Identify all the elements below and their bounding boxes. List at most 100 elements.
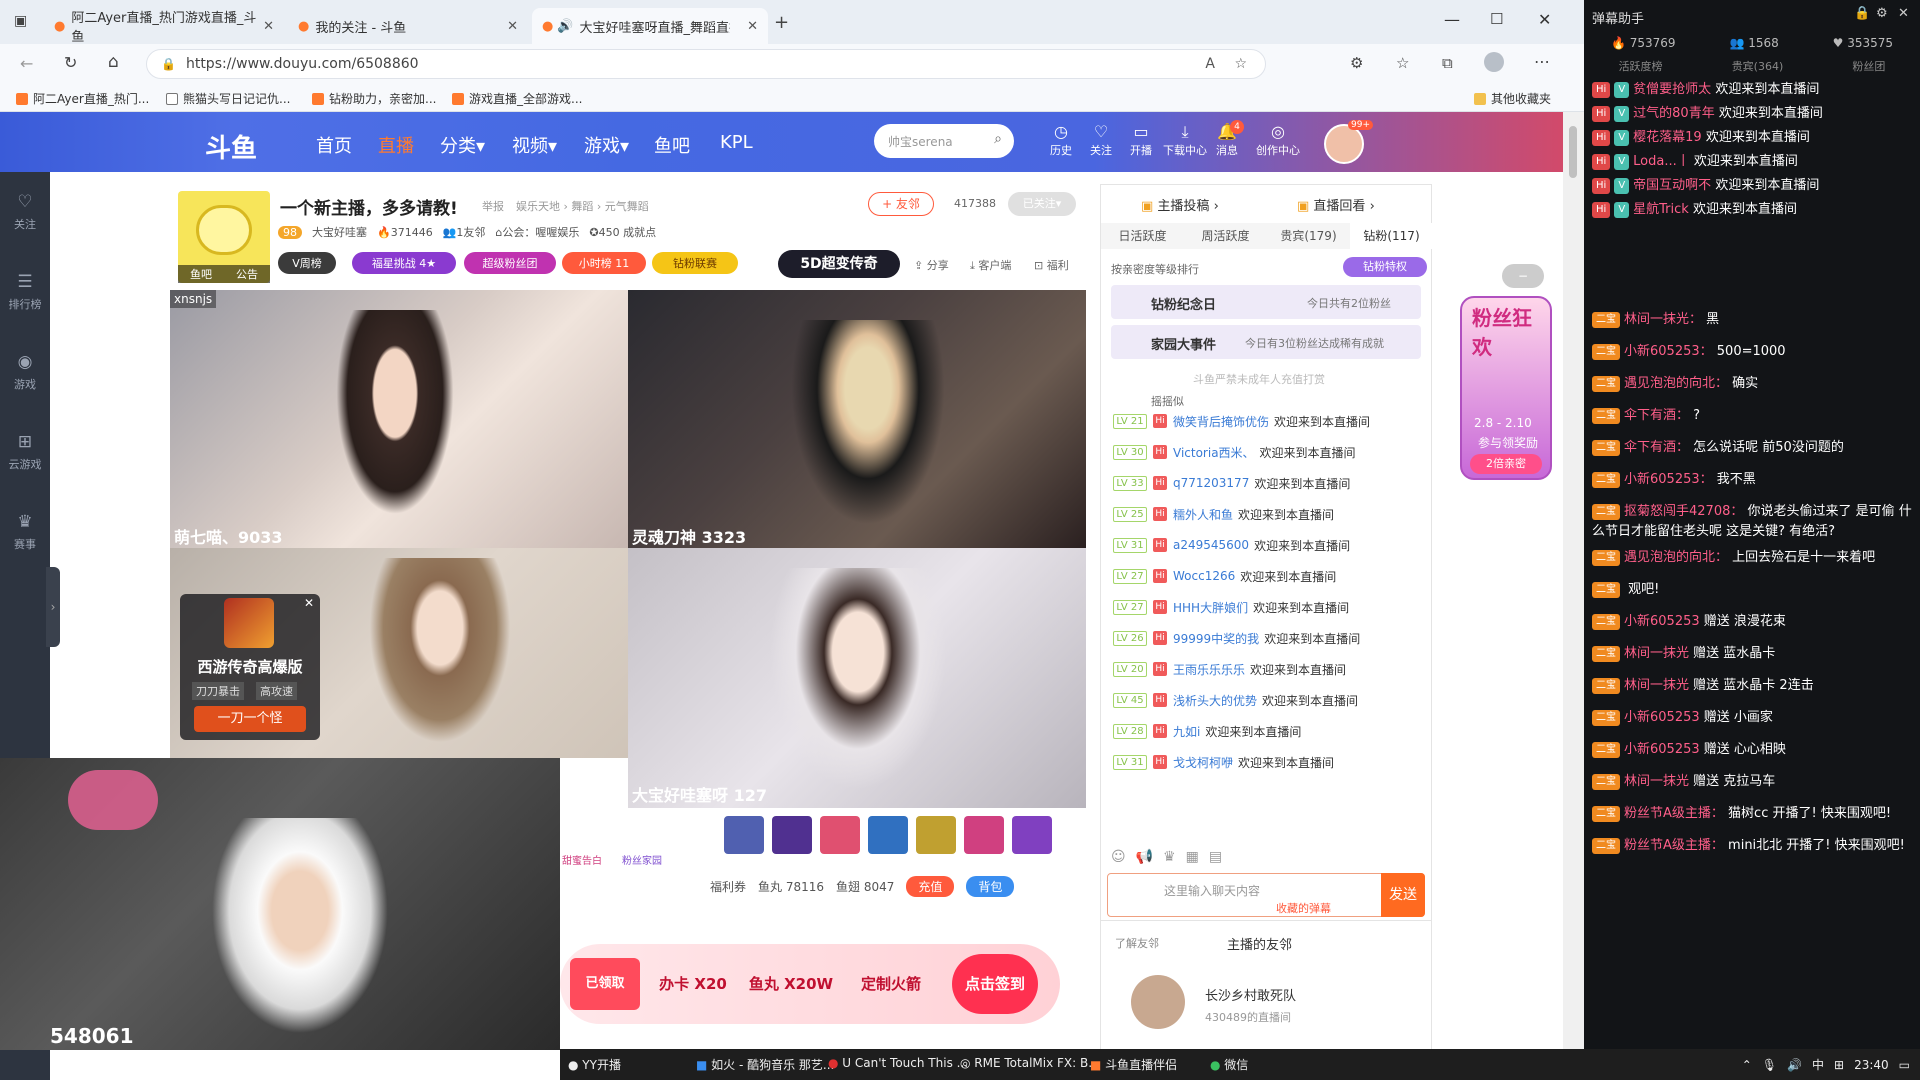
replay-link[interactable]: ▣ 直播回看 › [1297,195,1375,214]
close-icon[interactable]: ✕ [1898,6,1909,21]
chat-username[interactable]: q771203177 [1173,476,1249,490]
recharge-button[interactable]: 充值 [906,876,955,897]
close-tab-icon[interactable]: ✕ [747,19,758,34]
event-anniversary[interactable]: 钻粉纪念日 今日共有2位粉丝 [1111,285,1421,319]
profile-avatar[interactable] [1484,52,1504,72]
douyu-logo[interactable]: 斗鱼 [205,128,257,165]
browser-tab-2[interactable]: ● 我的关注 - 斗鱼 ✕ [288,8,528,44]
danmu-username[interactable]: 小新605253 [1624,614,1700,629]
chat-username[interactable]: 糯外人和鱼 [1173,506,1233,523]
ime-indicator[interactable]: 中 [1812,1056,1824,1073]
danmu-username[interactable]: 林间一抹光 [1624,774,1689,789]
gift-item[interactable] [964,816,1004,854]
learn-friends-link[interactable]: 了解友邻 [1115,935,1159,951]
tab-vip[interactable]: 贵宾(179) [1267,223,1350,249]
emoji-icon[interactable]: ☺ [1111,849,1126,865]
message-button[interactable]: 🔔 消息 4 [1206,120,1248,158]
tab-weekly-activity[interactable]: 周活跃度 [1184,223,1267,249]
achievement-stat[interactable]: ✪450 成就点 [589,224,656,240]
danmu-username[interactable]: 抠菊怒闯手42708： [1624,504,1743,519]
horn-icon[interactable]: 📢 [1136,849,1153,865]
yuba-link[interactable]: 鱼吧 [190,266,212,282]
sidebar-item-game[interactable]: ◉ 游戏 [0,352,50,392]
enter-username[interactable]: 帝国互动啊不 [1633,178,1711,193]
event-home[interactable]: 家园大事件 今日有3位粉丝达成稀有成就 [1111,325,1421,359]
chat-username[interactable]: 王雨乐乐乐乐 [1173,661,1245,678]
taskbar-item-douyu-companion[interactable]: ■ 斗鱼直播伴侣 [1090,1056,1177,1073]
tab-vip[interactable]: 贵宾(364) [1732,58,1784,74]
close-ad-icon[interactable]: ✕ [304,596,314,610]
category-breadcrumb[interactable]: 娱乐天地 › 舞蹈 › 元气舞蹈 [516,198,649,214]
diamond-league-badge[interactable]: 钻粉联赛 [652,252,738,274]
gift-item[interactable] [916,816,956,854]
collections-icon[interactable]: ⧉ [1442,54,1453,72]
follow-button[interactable]: ♡ 关注 [1080,122,1122,158]
speaker-icon[interactable]: 🔊 [557,19,573,34]
gift-item[interactable] [724,816,764,854]
more-menu-icon[interactable]: ⋯ [1534,52,1550,71]
promo-button[interactable]: 2倍亲密 [1470,454,1542,474]
friends-stat[interactable]: 👥1友邻 [443,224,486,240]
bookmark-1[interactable]: 阿二Ayer直播_热门... [16,90,149,107]
extensions-icon[interactable]: ⚙ [1350,54,1363,72]
nav-yuba[interactable]: 鱼吧 [654,132,690,158]
enter-username[interactable]: 贫僧要抢师太 [1633,82,1711,97]
anchor-friends-tab[interactable]: 主播的友邻 [1227,934,1292,953]
chat-username[interactable]: 浅析头大的优势 [1173,692,1257,709]
chat-username[interactable]: HHH大胖娘们 [1173,599,1248,616]
gift-item[interactable] [820,816,860,854]
gift-item[interactable] [1012,816,1052,854]
hourly-rank-badge[interactable]: 小时榜 11 [562,252,646,274]
tab-daily-activity[interactable]: 日活跃度 [1101,223,1184,249]
taskbar-item-kugou[interactable]: ■ 如火 - 酷狗音乐 那艺... [696,1056,834,1073]
danmu-username[interactable]: 林间一抹光 [1624,678,1689,693]
download-button[interactable]: ⤓ 下载中心 [1160,122,1210,158]
diamond-privilege-button[interactable]: 钻粉特权 [1343,257,1427,277]
volume-icon[interactable]: 🔊 [1787,1058,1802,1072]
home-icon[interactable]: ⌂ [108,52,119,72]
sidebar-expand-handle[interactable]: › [46,567,60,647]
new-tab-button[interactable]: + [774,12,789,33]
crown-icon[interactable]: ♛ [1163,849,1176,865]
promo-banner[interactable]: 5D超变传奇 [778,250,900,278]
minimize-button[interactable]: — [1444,10,1460,29]
checkin-button[interactable]: 点击签到 [952,954,1038,1014]
close-tab-icon[interactable]: ✕ [507,19,518,34]
color-icon[interactable]: ▤ [1209,849,1222,865]
send-button[interactable]: 发送 [1381,873,1425,917]
video-cell-4[interactable]: 大宝好哇塞呀 127 [628,548,1086,808]
weekly-rank-badge[interactable]: V周榜 [278,252,336,274]
tab-diamond-fans[interactable]: 钻粉(117) [1350,223,1433,249]
danmu-username[interactable]: 小新605253 [1624,742,1700,757]
anchor-submission-link[interactable]: ▣ 主播投稿 › [1141,195,1219,214]
gift-item[interactable] [772,816,812,854]
chat-username[interactable]: Victoria西米、 [1173,444,1255,461]
mic-icon[interactable]: 🎙 [1762,1058,1777,1072]
gift-item[interactable] [868,816,908,854]
friend-button[interactable]: + 友邻 [868,192,934,216]
keyboard-icon[interactable]: ⊞ [1834,1058,1844,1072]
search-input[interactable]: 帅宝serena ⌕ [874,124,1014,158]
lucky-challenge-badge[interactable]: 福星挑战 4★ [352,252,456,274]
collapse-icon[interactable]: − [1502,264,1544,288]
followed-button[interactable]: 已关注▾ [1008,192,1076,216]
chat-username[interactable]: 戈戈柯柯咿 [1173,754,1233,771]
notification-icon[interactable]: ▭ [1899,1058,1910,1072]
enter-username[interactable]: 过气的80青年 [1633,106,1715,121]
guild-stat[interactable]: ⌂公会：喔喔娱乐 [495,224,579,240]
ad-action-button[interactable]: 一刀一个怪 [194,706,306,732]
welfare-button[interactable]: ⊡ 福利 [1034,257,1069,273]
close-window-button[interactable]: ✕ [1538,10,1551,29]
browser-tab-1[interactable]: ● 阿二Ayer直播_热门游戏直播_斗鱼 ✕ [44,8,284,45]
danmu-username[interactable]: 林间一抹光： [1624,312,1702,327]
gift-sweet-confess[interactable]: 甜蜜告白 [562,852,602,867]
banner-rocket[interactable]: 定制火箭 [846,958,936,1010]
bookmark-2[interactable]: 熊猫头写日记记仇... [166,90,290,107]
browser-tab-3[interactable]: ● 🔊 大宝好哇塞呀直播_舞蹈直播... ✕ [532,8,768,44]
danmu-username[interactable]: 林间一抹光 [1624,646,1689,661]
search-icon[interactable]: ⌕ [994,131,1002,147]
top-fan-name[interactable]: 摇摇似 [1151,393,1184,409]
backpack-button[interactable]: 背包 [966,876,1015,897]
scrollbar-thumb[interactable] [1569,126,1577,178]
tab-fan-club[interactable]: 粉丝团 [1852,58,1885,74]
